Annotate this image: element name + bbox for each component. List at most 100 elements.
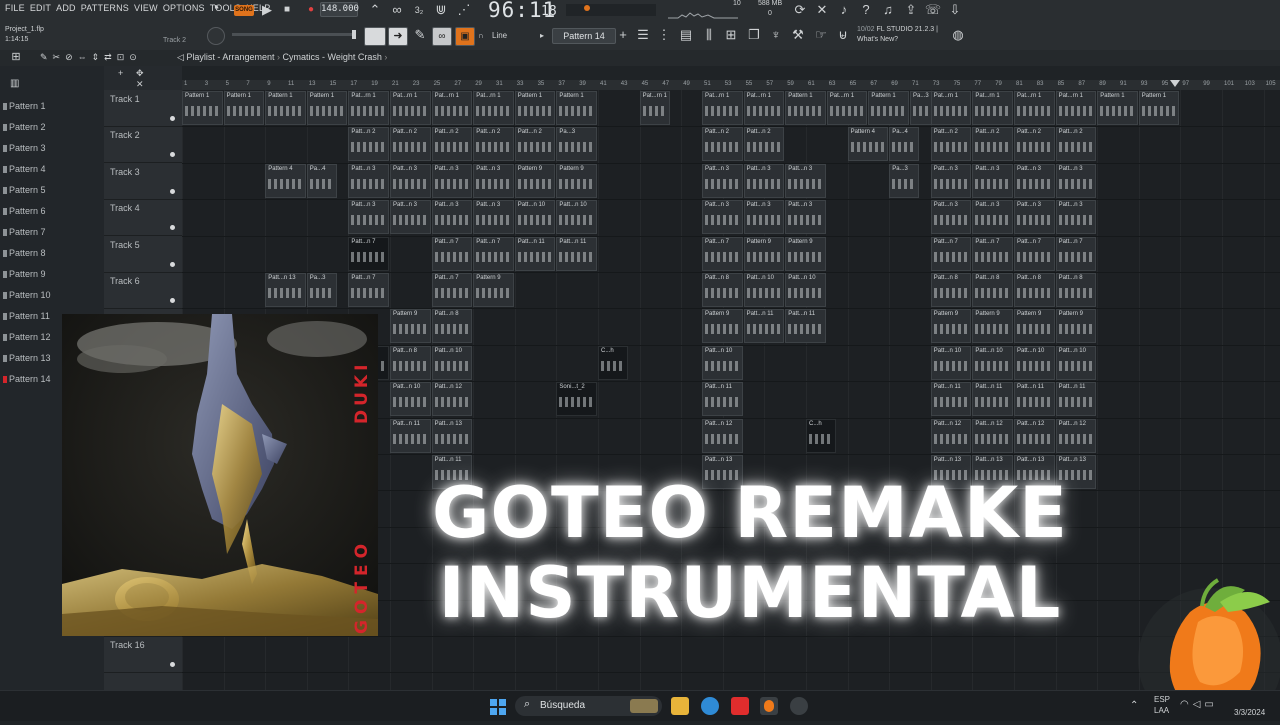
pattern-clip[interactable]: Patt...n 8 (1055, 273, 1097, 307)
pattern-clip[interactable]: Pattern 9 (743, 236, 785, 271)
pattern-clip[interactable]: Patt...n 2 (930, 127, 972, 162)
pattern-item[interactable]: Pattern 3 (3, 140, 46, 156)
browser-toggle-icon[interactable]: ⊞ (7, 48, 25, 66)
track-name[interactable]: Track 2 (110, 130, 140, 140)
pattern-clip[interactable]: Patt...n 2 (348, 127, 389, 162)
arrow-right-icon[interactable]: ➜ (388, 27, 408, 46)
pattern-clip[interactable]: Patt...n 10 (702, 345, 743, 380)
pattern-clip[interactable]: Patt...n 3 (348, 163, 389, 198)
pattern-clip[interactable]: Patt...n 3 (743, 200, 785, 235)
pattern-clip[interactable]: Patt...n 8 (1014, 273, 1055, 307)
pattern-clip[interactable]: Patt...n 3 (743, 163, 785, 198)
pattern-clip[interactable]: Patt...n 3 (930, 163, 972, 198)
pattern-clip[interactable]: Patt...n 10 (972, 345, 1013, 380)
pattern-clip[interactable]: Patt...n 8 (390, 345, 431, 380)
menu-view[interactable]: VIEW (134, 3, 158, 13)
pattern-clip[interactable]: Patt...n 11 (785, 309, 826, 344)
pattern-clip[interactable]: Pat...rn 1 (972, 91, 1013, 125)
tempo-display[interactable]: 148.000 (320, 2, 359, 17)
pattern-clip[interactable]: Patt...n 2 (702, 127, 743, 162)
track-name[interactable]: Track 3 (110, 167, 140, 177)
browser-icon[interactable]: ⊞ (722, 26, 740, 44)
song-mode-toggle[interactable]: SONG (234, 5, 254, 16)
pattern-clip[interactable]: Patt...n 10 (743, 273, 785, 307)
language-indicator[interactable]: ESP (1154, 695, 1170, 704)
track-header[interactable]: Track 2 (104, 126, 182, 164)
pattern-item[interactable]: Pattern 7 (3, 224, 46, 240)
pattern-clip[interactable]: Patt...n 11 (556, 236, 597, 271)
youtube-icon[interactable] (731, 697, 749, 715)
pattern-clip[interactable]: Patt...n 7 (1014, 236, 1055, 271)
pattern-clip[interactable]: Pat...rn 1 (743, 91, 785, 125)
pattern-song-icon[interactable]: ⌃ (366, 1, 384, 19)
pattern-clip[interactable]: Patt...n 12 (1014, 418, 1055, 453)
pattern-clip[interactable]: Pat...rn 1 (1014, 91, 1055, 125)
track-mute-led[interactable] (170, 116, 175, 121)
track-header[interactable]: Track 1 (104, 90, 182, 127)
pattern-clip[interactable]: Patt...n 7 (431, 273, 473, 307)
edge-browser-icon[interactable] (701, 697, 719, 715)
track-mute-led[interactable] (170, 225, 175, 231)
track-mute-led[interactable] (170, 298, 175, 303)
pattern-clip[interactable]: Patt...n 12 (1055, 418, 1097, 453)
loop-record-icon[interactable]: ∞ (388, 1, 406, 19)
pattern-clip[interactable]: Patt...n 8 (930, 273, 972, 307)
track-mute-led[interactable] (170, 152, 175, 158)
pattern-clip[interactable]: Patt...n 7 (431, 236, 473, 271)
fl-studio-task-icon[interactable] (760, 697, 778, 715)
upload-icon[interactable]: ⇪ (902, 1, 920, 19)
pattern-clip[interactable]: Patt...n 3 (972, 200, 1013, 235)
speaker-icon[interactable]: ◁ (177, 52, 186, 62)
pattern-clip[interactable]: Patt...n 3 (390, 163, 431, 198)
pattern-clip[interactable]: Pattern 1 (1097, 91, 1138, 125)
pattern-clip[interactable]: Patt...n 3 (1055, 163, 1097, 198)
metronome-knob-icon[interactable]: ◔ (206, 0, 224, 18)
tray-status-icons[interactable]: ◠◁▭ (1180, 699, 1218, 710)
record-icon[interactable]: ● (302, 1, 320, 19)
pattern-clip[interactable]: Patt...n 11 (972, 382, 1013, 417)
pattern-clip[interactable]: Patt...n 2 (972, 127, 1013, 162)
pattern-clip[interactable]: Patt...n 7 (1055, 236, 1097, 271)
pattern-clip[interactable]: Patt...n 7 (348, 273, 389, 307)
breadcrumb-view[interactable]: Playlist - Arrangement (186, 52, 274, 62)
pattern-clip[interactable]: Pa...3 (889, 163, 920, 198)
pattern-clip[interactable]: Pa...3 (556, 127, 597, 162)
pattern-clip[interactable]: Pattern 9 (785, 236, 826, 271)
track-header[interactable]: Track 6 (104, 272, 182, 309)
track-mute-led[interactable] (170, 662, 175, 667)
windows-start-icon[interactable] (490, 699, 506, 715)
link-icon[interactable]: ∞ (432, 27, 452, 46)
pattern-clip[interactable]: Patt...n 10 (1055, 345, 1097, 380)
track-header[interactable]: Track 5 (104, 236, 182, 273)
pattern-clip[interactable]: Patt...n 12 (930, 418, 972, 453)
playlist-icon[interactable]: ☰ (634, 26, 652, 44)
timeline-ruler[interactable]: 1 3 5 7 9 11 13 15 17 19 21 23 25 27 29 31 33 35 37 39 41 43 4… (182, 80, 1280, 90)
menu-file[interactable]: FILE (5, 3, 25, 13)
pattern-clip[interactable]: Patt...n 7 (702, 236, 743, 271)
pattern-clip[interactable]: Pattern 9 (473, 273, 514, 307)
wrench-icon[interactable]: ⚒ (789, 26, 807, 44)
track-header[interactable]: Track 16 (104, 636, 182, 673)
pattern-clip[interactable]: Pattern 1 (514, 91, 556, 125)
pattern-clip[interactable]: Pa...4 (889, 127, 920, 162)
pattern-item[interactable]: Pattern 6 (3, 203, 46, 219)
pattern-clip[interactable]: Pattern 9 (1055, 309, 1097, 344)
pattern-clip[interactable]: Pat...rn 1 (390, 91, 431, 125)
pattern-clip[interactable]: Pattern 9 (390, 309, 431, 344)
pattern-clip[interactable]: Patt...n 3 (1014, 200, 1055, 235)
add-pattern-icon[interactable]: + (614, 26, 632, 44)
pattern-clip[interactable]: Pat...rn 1 (431, 91, 473, 125)
snap-mode[interactable]: Line (492, 31, 507, 40)
pattern-clip[interactable]: C...h (598, 345, 629, 380)
track-header[interactable]: Track 4 (104, 199, 182, 237)
pattern-clip[interactable]: Patt...n 2 (473, 127, 514, 162)
pattern-selector[interactable]: Pattern 14 (552, 28, 616, 44)
pattern-clip[interactable]: Patt...n 7 (473, 236, 514, 271)
pattern-item[interactable]: Pattern 10 (3, 287, 51, 303)
pattern-clip[interactable]: Patt...n 10 (390, 382, 431, 417)
pattern-clip[interactable]: Patt...n 8 (972, 273, 1013, 307)
pattern-clip[interactable]: Patt...n 11 (1014, 382, 1055, 417)
pattern-clip[interactable]: Patt...n 3 (473, 200, 514, 235)
track-name[interactable]: Track 6 (110, 276, 140, 286)
pattern-clip[interactable]: Patt...n 8 (702, 273, 743, 307)
